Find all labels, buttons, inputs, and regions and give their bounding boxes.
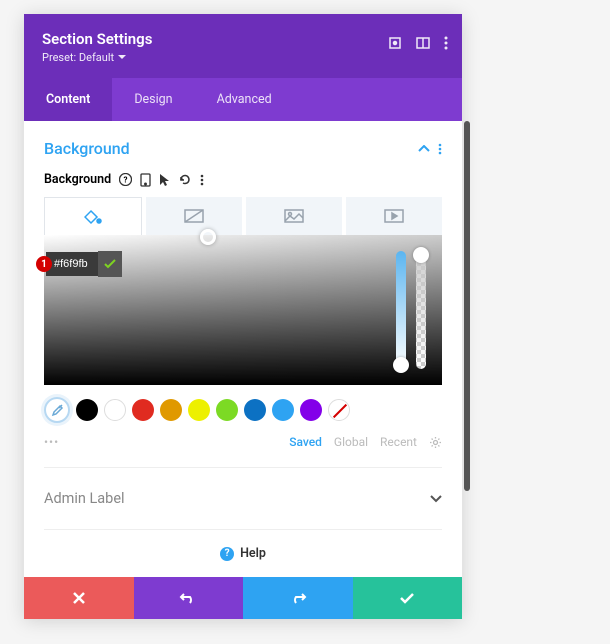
chevron-down-icon	[118, 55, 126, 60]
columns-icon[interactable]	[416, 36, 430, 50]
hue-slider[interactable]	[396, 251, 406, 369]
annotation-badge: 1	[36, 256, 52, 272]
tab-image[interactable]	[246, 197, 342, 235]
admin-label-title: Admin Label	[44, 490, 125, 507]
tab-content[interactable]: Content	[24, 78, 112, 121]
swatch-row	[44, 385, 442, 433]
swatch-cyan[interactable]	[244, 399, 266, 421]
scrollbar[interactable]	[464, 121, 470, 491]
eyedropper-button[interactable]	[44, 397, 70, 423]
background-option-row: Background ?	[44, 172, 442, 187]
device-icon[interactable]	[140, 173, 151, 187]
chevron-down-icon	[430, 495, 442, 503]
more-horizontal-icon[interactable]: •••	[44, 435, 59, 449]
undo-button[interactable]	[134, 577, 244, 619]
hex-input[interactable]	[46, 252, 98, 276]
help-label: Help	[240, 546, 266, 561]
swatch-blue[interactable]	[272, 399, 294, 421]
video-icon	[384, 209, 404, 223]
swatch-none[interactable]	[328, 399, 350, 421]
alpha-thumb[interactable]	[413, 247, 429, 263]
gradient-icon	[184, 209, 204, 223]
swatch-orange[interactable]	[160, 399, 182, 421]
alpha-slider[interactable]	[416, 251, 426, 369]
swatch-white[interactable]	[104, 399, 126, 421]
check-icon	[399, 592, 415, 604]
color-picker: 1	[44, 235, 442, 468]
redo-icon	[289, 591, 307, 605]
background-group-label: Background	[44, 172, 111, 187]
swatch-yellow[interactable]	[188, 399, 210, 421]
picker-cursor[interactable]	[200, 229, 216, 245]
background-type-tabs	[44, 197, 442, 235]
collapse-icon[interactable]	[418, 145, 430, 153]
swatch-green[interactable]	[216, 399, 238, 421]
palette-saved[interactable]: Saved	[289, 435, 322, 449]
swatch-red[interactable]	[132, 399, 154, 421]
hex-confirm-button[interactable]	[98, 251, 122, 277]
tab-video[interactable]	[346, 197, 442, 235]
undo-icon	[179, 591, 197, 605]
image-icon	[284, 209, 304, 223]
panel-footer	[24, 577, 462, 619]
close-icon	[72, 591, 86, 605]
hue-thumb[interactable]	[393, 357, 409, 373]
cancel-button[interactable]	[24, 577, 134, 619]
expand-icon[interactable]	[388, 36, 402, 50]
tab-design[interactable]: Design	[112, 78, 194, 121]
main-tabs: Content Design Advanced	[24, 78, 462, 121]
preset-dropdown[interactable]: Preset: Default	[42, 51, 444, 64]
panel-header: Section Settings Preset: Default	[24, 14, 462, 78]
panel-body: Background Background ?	[24, 121, 462, 577]
more-vertical-icon[interactable]	[200, 174, 204, 186]
more-vertical-icon[interactable]	[438, 143, 442, 155]
saturation-field[interactable]: 1	[44, 235, 442, 385]
settings-panel: Section Settings Preset: Default Content…	[24, 14, 462, 619]
more-vertical-icon[interactable]	[444, 36, 448, 50]
redo-button[interactable]	[243, 577, 353, 619]
tab-advanced[interactable]: Advanced	[195, 78, 294, 121]
check-icon	[104, 259, 116, 269]
section-title-background[interactable]: Background	[44, 139, 130, 158]
gear-icon[interactable]	[429, 436, 442, 449]
cursor-icon[interactable]	[159, 173, 170, 187]
tab-color[interactable]	[44, 197, 142, 235]
question-icon: ?	[220, 547, 234, 561]
admin-label-section[interactable]: Admin Label	[44, 468, 442, 530]
palette-global[interactable]: Global	[334, 435, 368, 449]
tab-gradient[interactable]	[146, 197, 242, 235]
reset-icon[interactable]	[178, 173, 192, 187]
swatch-purple[interactable]	[300, 399, 322, 421]
confirm-button[interactable]	[353, 577, 463, 619]
panel-title: Section Settings	[42, 30, 444, 48]
color-fill-icon	[84, 209, 102, 225]
help-button[interactable]: ? Help	[44, 530, 442, 577]
swatch-black[interactable]	[76, 399, 98, 421]
preset-label: Preset: Default	[42, 51, 114, 64]
palette-recent[interactable]: Recent	[380, 435, 417, 449]
svg-text:?: ?	[124, 176, 128, 185]
eyedropper-icon	[50, 403, 64, 417]
question-icon[interactable]: ?	[119, 173, 132, 186]
